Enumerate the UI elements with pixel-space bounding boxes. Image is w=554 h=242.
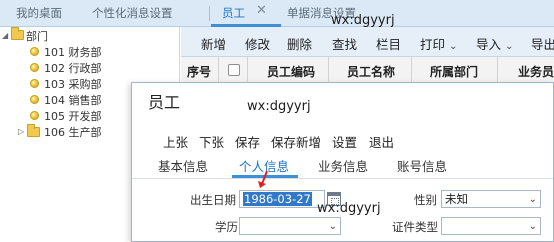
dialog-tab-divider (132, 178, 553, 179)
education-label: 学历 (215, 220, 238, 234)
tree-item-production[interactable]: 106 生产部 (44, 124, 102, 140)
tab-account-info[interactable]: 账号信息 (397, 156, 447, 175)
chevron-down-icon: ⌄ (528, 194, 537, 205)
col-seq[interactable]: 序号 (187, 63, 211, 80)
chevron-down-icon: ⌄ (505, 41, 514, 52)
col-divider (247, 57, 248, 84)
main-toolbar: 新增 修改 删除 查找 栏目 打印 ⌄ 导入 ⌄ 导出 (181, 27, 554, 57)
tree-root-department[interactable]: 部门 (26, 28, 48, 44)
tab-close-icon[interactable]: ✕ (256, 3, 267, 18)
select-all-checkbox[interactable] (228, 64, 240, 76)
print-label: 打印 (420, 37, 446, 52)
col-employee-code[interactable]: 员工编码 (267, 63, 315, 80)
settings-button[interactable]: 设置 (332, 132, 357, 151)
tab-document-message-settings[interactable]: 单据消息设置 (287, 5, 356, 21)
col-department[interactable]: 所属部门 (430, 63, 478, 80)
id-type-label: 证件类型 (392, 220, 438, 234)
col-salesperson[interactable]: 业务员 (518, 63, 554, 80)
tree-leaf-icon (30, 79, 39, 88)
collapse-caret-icon[interactable]: ◢ (2, 31, 8, 40)
education-select[interactable]: ⌄ (239, 217, 341, 235)
employee-grid-header: 序号 员工编码 员工名称 所属部门 业务员 (181, 57, 554, 84)
chevron-down-icon: ⌄ (449, 41, 458, 52)
dialog-title: 员工 (148, 93, 181, 112)
find-button[interactable]: 查找 (332, 34, 357, 53)
tree-item-admin[interactable]: 102 行政部 (44, 60, 102, 76)
birth-date-field[interactable]: 1986-03-27 (239, 190, 325, 208)
tree-leaf-icon (30, 95, 39, 104)
next-record-button[interactable]: 下张 (199, 132, 224, 151)
tab-basic-info[interactable]: 基本信息 (158, 156, 208, 175)
col-divider (218, 57, 219, 84)
import-label: 导入 (476, 37, 502, 52)
gender-label: 性别 (414, 193, 437, 207)
expand-caret-icon[interactable]: ▷ (18, 127, 24, 136)
tab-my-desktop[interactable]: 我的桌面 (16, 5, 62, 21)
delete-button[interactable]: 删除 (287, 34, 312, 53)
import-button[interactable]: 导入 ⌄ (476, 34, 513, 53)
red-pointer-arrow-icon (258, 170, 268, 188)
tree-item-development[interactable]: 105 开发部 (44, 108, 102, 124)
top-tab-bar: 我的桌面 个性化消息设置 员工 ✕ 单据消息设置 (0, 0, 554, 27)
edit-button[interactable]: 修改 (245, 34, 270, 53)
save-and-new-button[interactable]: 保存新增 (271, 132, 321, 151)
col-divider (328, 57, 329, 84)
col-divider (497, 57, 498, 84)
col-employee-name[interactable]: 员工名称 (347, 63, 395, 80)
prev-record-button[interactable]: 上张 (163, 132, 188, 151)
save-button[interactable]: 保存 (235, 132, 260, 151)
calendar-icon[interactable] (327, 192, 341, 206)
tab-business-info[interactable]: 业务信息 (318, 156, 368, 175)
new-button[interactable]: 新增 (201, 34, 226, 53)
tab-personal-message-settings[interactable]: 个性化消息设置 (92, 5, 173, 21)
birth-date-value: 1986-03-27 (243, 192, 312, 206)
tree-item-purchasing[interactable]: 103 采购部 (44, 76, 102, 92)
gender-value: 未知 (445, 192, 468, 206)
folder-icon (27, 124, 40, 137)
chevron-down-icon: ⌄ (328, 221, 337, 232)
tree-item-sales[interactable]: 104 销售部 (44, 92, 102, 108)
tab-employee[interactable]: 员工 (222, 5, 245, 21)
exit-button[interactable]: 退出 (369, 132, 394, 151)
birth-date-label: 出生日期 (190, 193, 236, 207)
id-type-select[interactable]: ⌄ (441, 217, 541, 235)
tree-leaf-icon (30, 63, 39, 72)
chevron-down-icon: ⌄ (528, 221, 537, 232)
employee-dialog: 员工 上张 下张 保存 保存新增 设置 退出 基本信息 个人信息 业务信息 账号… (131, 82, 554, 242)
print-button[interactable]: 打印 ⌄ (420, 34, 457, 53)
export-button[interactable]: 导出 (531, 34, 554, 53)
tree-leaf-icon (30, 47, 39, 56)
folder-open-icon (11, 27, 24, 40)
col-divider (411, 57, 412, 84)
tree-leaf-icon (30, 111, 39, 120)
tree-item-finance[interactable]: 101 财务部 (44, 44, 102, 60)
gender-select[interactable]: 未知 ⌄ (441, 190, 541, 208)
columns-button[interactable]: 栏目 (376, 34, 401, 53)
tab-divider (209, 6, 210, 21)
